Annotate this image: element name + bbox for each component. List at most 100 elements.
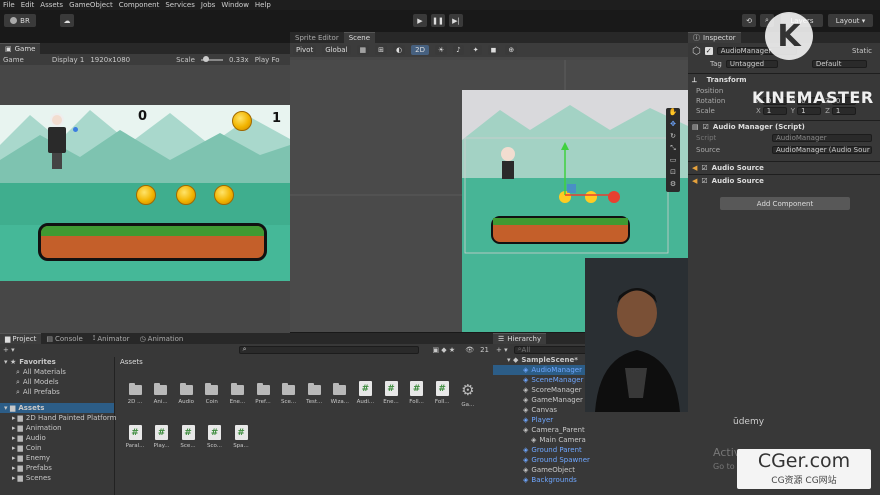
script-asset[interactable]: # Foll... bbox=[429, 381, 455, 405]
gizmos-icon[interactable]: ⊕ bbox=[505, 45, 518, 55]
layer-dropdown[interactable]: Default bbox=[811, 60, 867, 68]
add-icon[interactable]: + ▾ bbox=[3, 346, 15, 354]
script-asset[interactable]: # Spa... bbox=[228, 425, 254, 449]
tab-sprite-editor[interactable]: Sprite Editor bbox=[290, 32, 344, 43]
scale-y[interactable]: 1 bbox=[797, 107, 822, 115]
step-button[interactable]: ▶| bbox=[449, 14, 463, 27]
folder-item[interactable]: ▸ ▆ Coin bbox=[0, 443, 114, 453]
resolution-dropdown[interactable]: 1920x1080 bbox=[90, 56, 130, 64]
transform-tool-icon[interactable]: ⊡ bbox=[666, 168, 680, 180]
tab-game[interactable]: ▣ Game bbox=[0, 43, 41, 54]
audio-source-component[interactable]: ◀ ☑ Audio Source bbox=[688, 174, 880, 187]
script-asset[interactable]: # Paral... bbox=[122, 425, 148, 449]
scale-z[interactable]: 1 bbox=[831, 107, 856, 115]
tab-console[interactable]: ▤ Console bbox=[41, 333, 88, 344]
component-checkbox[interactable]: ☑ bbox=[703, 123, 709, 131]
menu-item-component[interactable]: Component bbox=[119, 1, 160, 9]
add-component-button[interactable]: Add Component bbox=[720, 197, 850, 210]
audio-icon[interactable]: ♪ bbox=[453, 45, 464, 55]
game-mode-dropdown[interactable]: Game bbox=[3, 56, 24, 64]
account-button[interactable]: BR bbox=[4, 14, 36, 27]
global-dropdown[interactable]: Global bbox=[322, 45, 351, 55]
folder-item[interactable]: ▸ ▆ Animation bbox=[0, 423, 114, 433]
scale-slider[interactable] bbox=[200, 55, 223, 62]
add-icon[interactable]: + ▾ bbox=[496, 346, 508, 354]
favorite-item[interactable]: ⌕ All Models bbox=[0, 377, 114, 387]
pivot-dropdown[interactable]: Pivot bbox=[293, 45, 317, 55]
menu-item-help[interactable]: Help bbox=[255, 1, 271, 9]
folder-item[interactable]: ▸ ▆ 2D Hand Painted Platform bbox=[0, 413, 116, 423]
folder-asset[interactable]: Audio bbox=[173, 381, 199, 405]
hierarchy-item[interactable]: ◈ Ground Parent bbox=[493, 445, 688, 455]
scale-x[interactable]: 1 bbox=[762, 107, 787, 115]
tab-scene[interactable]: Scene bbox=[343, 32, 376, 43]
assets-header[interactable]: ▾ ▆ Assets bbox=[0, 403, 114, 413]
folder-asset[interactable]: Sce... bbox=[276, 381, 302, 405]
cloud-icon[interactable]: ☁ bbox=[60, 14, 74, 27]
favorite-item[interactable]: ⌕ All Materials bbox=[0, 367, 114, 377]
audio-manager-component[interactable]: ▤ ☑ Audio Manager (Script) bbox=[688, 120, 880, 133]
script-asset[interactable]: # Sce... bbox=[175, 425, 201, 449]
hierarchy-item[interactable]: ◈ Backgrounds bbox=[493, 475, 688, 485]
hand-tool-icon[interactable]: ✋ bbox=[666, 108, 680, 120]
folder-item[interactable]: ▸ ▆ Scenes bbox=[0, 473, 114, 483]
tab-inspector[interactable]: ⓘ Inspector bbox=[688, 32, 741, 43]
folder-asset[interactable]: Ene... bbox=[224, 381, 250, 405]
grid-snap-icon[interactable]: ▦ bbox=[356, 45, 370, 55]
script-asset[interactable]: # Play... bbox=[149, 425, 175, 449]
audio-source-component[interactable]: ◀ ☑ Audio Source bbox=[688, 161, 880, 174]
draw-mode-icon[interactable]: ◐ bbox=[393, 45, 406, 55]
display-dropdown[interactable]: Display 1 bbox=[52, 56, 84, 64]
menu-item-file[interactable]: File bbox=[3, 1, 15, 9]
script-asset[interactable]: # Ene... bbox=[378, 381, 404, 405]
effects-icon[interactable]: ✦ bbox=[469, 45, 482, 55]
source-field[interactable]: AudioManager (Audio Sour bbox=[772, 146, 872, 154]
hierarchy-item[interactable]: ◈ Player bbox=[493, 415, 688, 425]
menu-item-window[interactable]: Window bbox=[221, 1, 249, 9]
rotate-tool-icon[interactable]: ↻ bbox=[666, 132, 680, 144]
pause-button[interactable]: ❚❚ bbox=[431, 14, 445, 27]
component-checkbox[interactable]: ☑ bbox=[701, 164, 707, 172]
rect-tool-icon[interactable]: ▭ bbox=[666, 156, 680, 168]
lighting-icon[interactable]: ☀ bbox=[434, 45, 448, 55]
menu-item-jobs[interactable]: Jobs bbox=[201, 1, 215, 9]
hierarchy-item[interactable]: ◈ Main Camera bbox=[493, 435, 688, 445]
menu-item-edit[interactable]: Edit bbox=[21, 1, 35, 9]
play-button[interactable]: ▶ bbox=[413, 14, 427, 27]
script-asset[interactable]: # Foll... bbox=[404, 381, 430, 405]
custom-tool-icon[interactable]: ⚙ bbox=[666, 180, 680, 192]
snap-increment-icon[interactable]: ⊞ bbox=[375, 45, 388, 55]
favorite-item[interactable]: ⌕ All Prefabs bbox=[0, 387, 114, 397]
script-asset[interactable]: # Audi... bbox=[352, 381, 378, 405]
gear-asset[interactable]: ⚙ Ga... bbox=[455, 381, 481, 408]
folder-item[interactable]: ▸ ▆ Enemy bbox=[0, 453, 114, 463]
tab-project[interactable]: ▆ Project bbox=[0, 333, 42, 344]
play-focused-dropdown[interactable]: Play Fo bbox=[255, 56, 280, 64]
history-icon[interactable]: ⟲ bbox=[742, 14, 756, 27]
favorites-header[interactable]: ▾ ★ Favorites bbox=[0, 357, 114, 367]
project-search-input[interactable]: ⌕ bbox=[238, 345, 419, 354]
move-tool-icon[interactable]: ✥ bbox=[666, 120, 680, 132]
folder-item[interactable]: ▸ ▆ Prefabs bbox=[0, 463, 114, 473]
tab-hierarchy[interactable]: ☰ Hierarchy bbox=[493, 333, 547, 344]
hierarchy-item[interactable]: ◈ Ground Spawner bbox=[493, 455, 688, 465]
hierarchy-item[interactable]: ◈ Camera_Parent bbox=[493, 425, 688, 435]
tab-animator[interactable]: ⟟ Animator bbox=[87, 333, 135, 344]
camera-icon[interactable]: ◼ bbox=[487, 45, 500, 55]
visibility-icon[interactable]: 👁 bbox=[465, 346, 474, 354]
folder-item[interactable]: ▸ ▆ Audio bbox=[0, 433, 114, 443]
folder-asset[interactable]: Test... bbox=[301, 381, 327, 405]
filter-icons[interactable]: ▣ ◆ ★ bbox=[432, 346, 455, 354]
tab-animation[interactable]: ◷ Animation bbox=[134, 333, 189, 344]
folder-asset[interactable]: Wiza... bbox=[327, 381, 353, 405]
folder-asset[interactable]: 2D ... bbox=[122, 381, 148, 405]
menu-item-assets[interactable]: Assets bbox=[40, 1, 63, 9]
script-asset[interactable]: # Sco... bbox=[202, 425, 228, 449]
folder-asset[interactable]: Ani... bbox=[148, 381, 174, 405]
active-checkbox[interactable]: ✓ bbox=[704, 47, 713, 55]
scale-tool-icon[interactable]: ⤡ bbox=[666, 144, 680, 156]
layout-dropdown[interactable]: Layout ▾ bbox=[828, 14, 873, 27]
folder-asset[interactable]: Coin bbox=[199, 381, 225, 405]
2d-toggle[interactable]: 2D bbox=[411, 45, 429, 55]
component-checkbox[interactable]: ☑ bbox=[701, 177, 707, 185]
